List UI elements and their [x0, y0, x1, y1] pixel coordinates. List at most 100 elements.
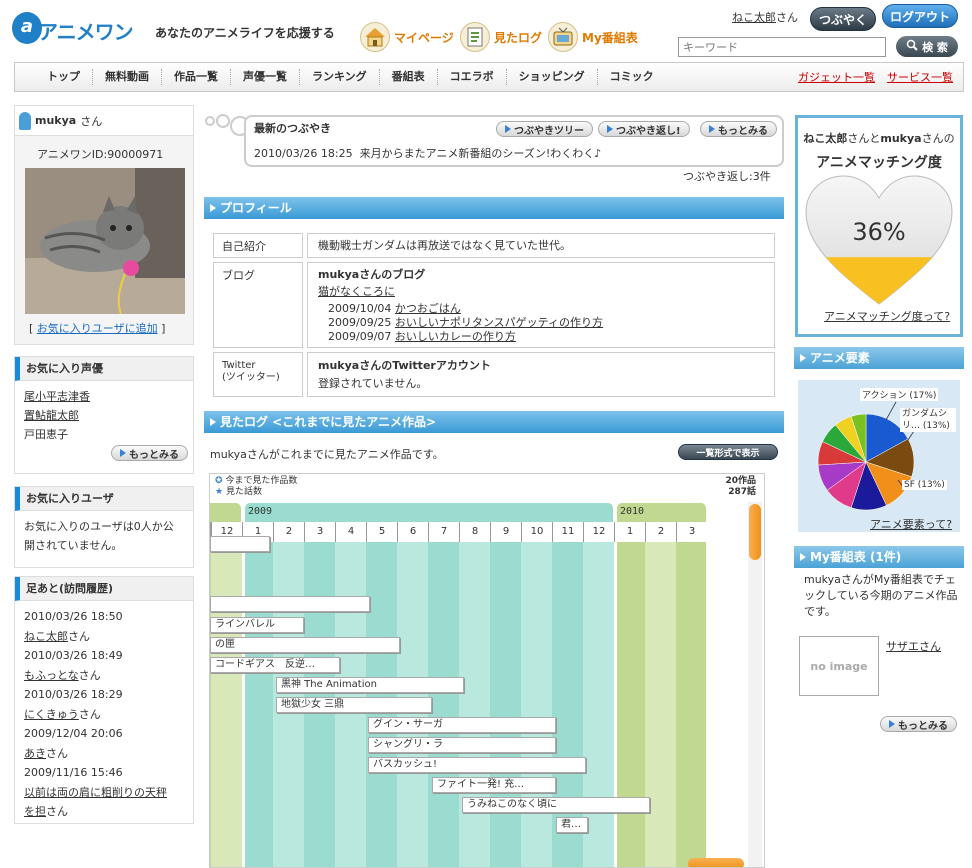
logout-button[interactable]: ログアウト — [882, 4, 958, 28]
add-favorite-link[interactable]: [ お気に入りユーザに追加 ] — [29, 320, 165, 336]
matching-end: さんの — [921, 132, 955, 145]
fav-users-title: お気に入りユーザ — [15, 487, 193, 511]
footprint-user[interactable]: にくきゅう — [24, 708, 79, 721]
timeline-month-label: 8 — [459, 522, 490, 542]
nav-ranking[interactable]: ランキング — [300, 69, 380, 85]
tweet-tree-button[interactable]: つぶやきツリー — [496, 121, 593, 137]
timeline-anime-bar[interactable]: 黒神 The Animation — [276, 677, 464, 693]
footprint-time: 2010/03/26 18:49 — [24, 649, 123, 662]
nav-mypage[interactable]: マイページ — [360, 20, 454, 54]
timeline-anime-bar[interactable]: ラインバレル — [210, 617, 304, 633]
footprint-user[interactable]: もふっとな — [24, 669, 79, 682]
tweet-more-button[interactable]: もっとみる — [700, 121, 777, 137]
timeline-anime-bar[interactable] — [210, 536, 270, 552]
footprint-user[interactable]: ねこ太郎 — [24, 630, 68, 643]
timeline-month-label: 11 — [552, 522, 583, 542]
blog-label: ブログ — [213, 262, 303, 348]
current-user[interactable]: ねこ太郎さん — [732, 9, 798, 25]
current-user-suffix: さん — [776, 11, 798, 24]
search-input[interactable] — [678, 37, 886, 57]
nav-top[interactable]: トップ — [15, 69, 93, 85]
pie-label-action: アクション (17%) — [860, 388, 939, 401]
matching-user1: ねこ太郎 — [803, 132, 848, 145]
list-view-button[interactable]: 一覧形式で表示 — [678, 444, 778, 460]
twitter-label: Twitter (ツイッター) — [213, 352, 303, 397]
site-logo[interactable]: a アニメワン — [12, 10, 147, 50]
nav-services[interactable]: サービス一覧 — [887, 69, 953, 85]
fav-voice-more-button[interactable]: もっとみる — [111, 445, 188, 461]
tweet-date: 2010/03/26 18:25 — [254, 147, 353, 160]
footprint-user[interactable]: あき — [24, 747, 46, 760]
timeline-month-stripe — [211, 542, 242, 867]
nav-tv-schedule[interactable]: 番組表 — [380, 69, 438, 85]
footprint-user[interactable]: 以前は両の肩に粗削りの天秤 — [24, 783, 184, 803]
nav-shopping[interactable]: ショッピング — [507, 69, 598, 85]
timeline-month-label: 6 — [397, 522, 428, 542]
search-button[interactable]: 検 索 — [896, 36, 958, 57]
tsubuyaku-button[interactable]: つぶやく — [810, 7, 876, 31]
timeline-anime-bar[interactable]: 君… — [556, 817, 588, 833]
watched-section-title: 見たログ <これまでに見たアニメ作品> — [204, 411, 784, 433]
mytv-more-button[interactable]: もっとみる — [880, 716, 957, 732]
blog-entry-title[interactable]: かつおごはん — [395, 302, 461, 315]
timeline-anime-bar[interactable]: コードギアス 反逆… — [210, 657, 340, 673]
timeline-month-label: 9 — [490, 522, 521, 542]
nav-works[interactable]: 作品一覧 — [162, 69, 231, 85]
timeline-month-label: 3 — [304, 522, 335, 542]
nav-koelabo[interactable]: コエラボ — [438, 69, 507, 85]
footprint-user[interactable]: を担 — [24, 805, 46, 818]
latest-tweet-box: 最新のつぶやき つぶやきツリー つぶやき返し! もっとみる 2010/03/26… — [244, 115, 784, 167]
timeline-anime-bar[interactable] — [210, 596, 370, 612]
tweet-tree-label: つぶやきツリー — [514, 125, 584, 137]
bubble-dot — [216, 114, 230, 128]
footprint-time: 2009/11/16 15:46 — [24, 766, 123, 779]
fav-voice-item[interactable]: 置鮎龍太郎 — [24, 406, 184, 425]
elements-help-link[interactable]: アニメ要素って? — [870, 516, 952, 532]
blog-name[interactable]: 猫がなくころに — [318, 284, 764, 299]
nav-free-video[interactable]: 無料動画 — [93, 69, 162, 85]
timeline-anime-bar[interactable]: シャングリ・ラ — [368, 737, 556, 753]
fav-voice-item[interactable]: 尾小平志津香 — [24, 387, 184, 406]
matching-help-link[interactable]: アニメマッチング度って? — [824, 308, 950, 324]
legend-works: 今まで見た作品数 — [225, 476, 298, 486]
elements-pie-chart — [817, 401, 917, 511]
house-icon — [360, 22, 390, 52]
timeline-month-label: 10 — [521, 522, 552, 542]
blog-entry-title[interactable]: おいしいナポリタンスパゲッティの作り方 — [395, 316, 603, 329]
profile-section-title: プロフィール — [204, 197, 784, 219]
nav-gadgets[interactable]: ガジェット一覧 — [798, 69, 875, 85]
arrow-right-icon — [505, 125, 511, 133]
timeline-anime-bar[interactable]: うみねこのなく頃に — [462, 797, 650, 813]
blog-entry-title[interactable]: おいしいカレーの作り方 — [395, 330, 516, 343]
timeline-anime-bar[interactable]: ファイト一発! 充… — [432, 777, 556, 793]
blog-entry-date: 2009/10/04 — [328, 302, 392, 315]
twitter-value: mukyaさんのTwitterアカウント 登録されていません。 — [307, 352, 775, 397]
mytv-item-link[interactable]: サザエさん — [886, 638, 941, 654]
timeline-month-label: 7 — [428, 522, 459, 542]
timeline-legend: ✪ 今まで見た作品数 ★ 見た話数 20作品 287話 — [210, 474, 764, 502]
blog-entry-date: 2009/09/25 — [328, 316, 392, 329]
timeline-anime-bar[interactable]: の匣 — [210, 637, 400, 653]
notebook-icon — [460, 22, 490, 52]
nav-watchlog[interactable]: 見たログ — [460, 20, 542, 54]
tv-icon — [548, 22, 578, 52]
nav-voice-actors[interactable]: 声優一覧 — [231, 69, 300, 85]
nav-comic[interactable]: コミック — [598, 69, 666, 85]
blog-value: mukyaさんのブログ 猫がなくころに 2009/10/04 かつおごはん 20… — [307, 262, 775, 348]
nav-mytv[interactable]: My番組表 — [548, 20, 638, 54]
add-favorite-label[interactable]: お気に入りユーザに追加 — [37, 322, 158, 335]
footprint-entry: もふっとなさん — [24, 666, 184, 686]
timeline-anime-bar[interactable]: バスカッシュ! — [368, 757, 586, 773]
pie-label-gundam: ガンダムシリ… (13%) — [900, 408, 956, 432]
timeline-scroll-thumb[interactable] — [749, 504, 761, 560]
timeline-month-label: 2 — [273, 522, 304, 542]
timeline-anime-bar[interactable]: 地獄少女 三鼎 — [276, 697, 432, 713]
matching-users: ねこ太郎さんとmukyaさんの — [798, 130, 960, 146]
timeline-anime-bar[interactable]: グイン・サーガ — [368, 717, 556, 733]
timeline-scroll-track[interactable] — [748, 502, 762, 867]
timeline-hscroll-thumb[interactable] — [688, 858, 744, 867]
watched-timeline: ✪ 今まで見た作品数 ★ 見た話数 20作品 287話 200820092010… — [209, 473, 765, 868]
current-user-name[interactable]: ねこ太郎 — [732, 11, 776, 24]
tweet-reply-button[interactable]: つぶやき返し! — [598, 121, 690, 137]
tweet-reply-label: つぶやき返し! — [616, 125, 681, 137]
